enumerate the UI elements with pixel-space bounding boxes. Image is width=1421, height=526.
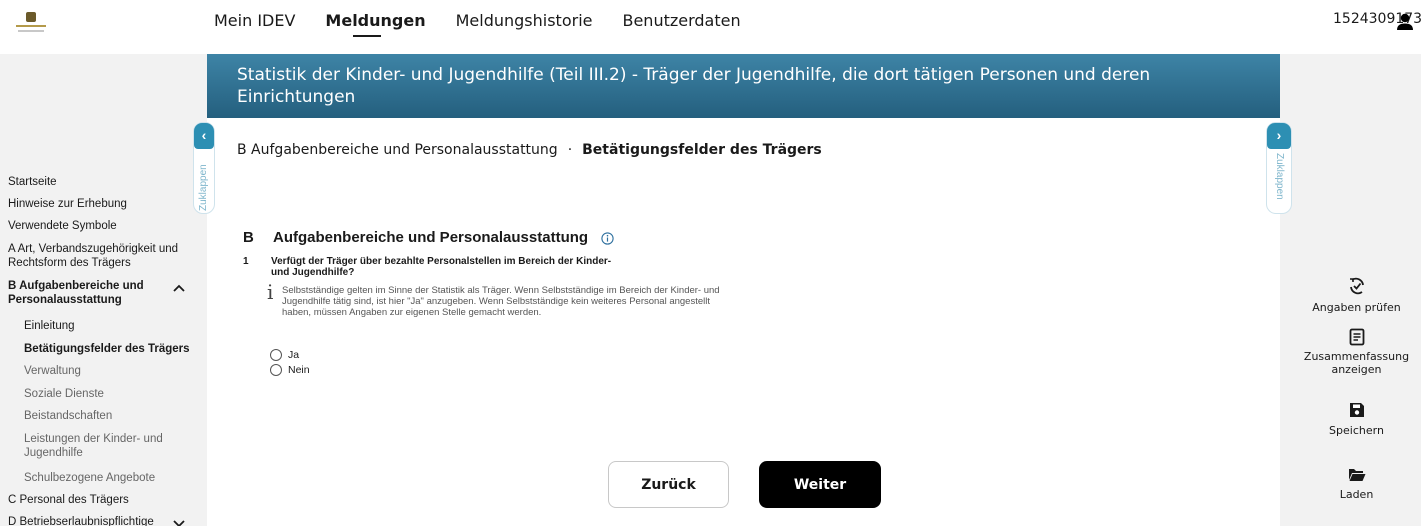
load-button[interactable]: Laden <box>1292 468 1421 501</box>
form-content: B Aufgabenbereiche und Personalausstattu… <box>207 118 1280 526</box>
sidebar-item-hinweise[interactable]: Hinweise zur Erhebung <box>8 197 193 211</box>
sidebar-item-startseite[interactable]: Startseite <box>8 175 193 189</box>
question-text: Verfügt der Träger über bezahlte Persona… <box>271 256 612 278</box>
folder-open-icon <box>1348 469 1365 481</box>
main-nav: Mein IDEV Meldungen Meldungshistorie Ben… <box>214 0 771 54</box>
section-letter: B <box>243 229 254 246</box>
nav-benutzerdaten[interactable]: Benutzerdaten <box>622 0 740 54</box>
sidebar-item-symbole[interactable]: Verwendete Symbole <box>8 219 193 233</box>
save-disk-icon <box>1349 403 1364 417</box>
save-button[interactable]: Speichern <box>1292 402 1421 437</box>
nav-meldungen[interactable]: Meldungen <box>325 0 426 54</box>
radio-label-nein[interactable]: Nein <box>288 364 310 376</box>
radio-label-ja[interactable]: Ja <box>288 349 299 361</box>
collapse-right-label[interactable]: Zuklappen <box>1274 153 1285 200</box>
sidebar-item-section-b[interactable]: B Aufgabenbereiche und Personalausstattu… <box>8 279 168 307</box>
survey-header: Statistik der Kinder- und Jugendhilfe (T… <box>207 54 1280 118</box>
state-crest-logo[interactable] <box>14 12 48 36</box>
show-summary-label: Zusammenfassung anzeigen <box>1303 350 1410 376</box>
breadcrumb-separator: · <box>567 142 573 158</box>
breadcrumb-parent[interactable]: B Aufgabenbereiche und Personalausstattu… <box>237 142 558 158</box>
check-entries-label: Angaben prüfen <box>1312 301 1401 314</box>
sidebar-nav: Startseite Hinweise zur Erhebung Verwend… <box>0 54 205 526</box>
next-button[interactable]: Weiter <box>759 461 881 508</box>
chevron-up-icon[interactable] <box>173 283 185 293</box>
collapse-left-tab[interactable]: ‹ Zuklappen <box>193 122 215 214</box>
radio-option-ja[interactable]: Ja <box>270 349 299 361</box>
chevron-down-icon[interactable] <box>173 519 185 526</box>
sidebar-item-soziale-dienste[interactable]: Soziale Dienste <box>24 387 199 401</box>
save-label: Speichern <box>1329 424 1384 437</box>
sidebar-item-verwaltung[interactable]: Verwaltung <box>24 364 199 378</box>
page-title: Statistik der Kinder- und Jugendhilfe (T… <box>237 65 1151 107</box>
sidebar-item-schulbezogene-angebote[interactable]: Schulbezogene Angebote <box>24 471 199 485</box>
hint-text: Selbstständige gelten im Sinne der Stati… <box>282 285 720 318</box>
breadcrumb-current: Betätigungsfelder des Trägers <box>582 142 822 158</box>
info-icon[interactable] <box>601 232 614 245</box>
collapse-left-label[interactable]: Zuklappen <box>198 164 209 211</box>
sidebar-item-leistungen[interactable]: Leistungen der Kinder- und Jugendhilfe <box>24 432 174 460</box>
chevron-right-icon[interactable]: › <box>1267 123 1291 149</box>
sidebar-item-beistandschaften[interactable]: Beistandschaften <box>24 409 199 423</box>
radio-button[interactable] <box>270 349 282 361</box>
person-icon[interactable] <box>1395 12 1415 32</box>
load-label: Laden <box>1339 488 1374 501</box>
sidebar-item-section-d[interactable]: D Betriebserlaubnispflichtige <box>8 515 168 526</box>
nav-mein-idev[interactable]: Mein IDEV <box>214 0 295 54</box>
chevron-left-icon[interactable]: ‹ <box>194 123 214 149</box>
check-refresh-icon <box>1349 277 1364 295</box>
breadcrumb: B Aufgabenbereiche und Personalausstattu… <box>237 142 822 158</box>
radio-button[interactable] <box>270 364 282 376</box>
show-summary-button[interactable]: Zusammenfassung anzeigen <box>1292 328 1421 376</box>
question-number: 1 <box>243 256 249 267</box>
top-bar: Mein IDEV Meldungen Meldungshistorie Ben… <box>0 0 1421 54</box>
summary-document-icon <box>1349 328 1364 346</box>
action-panel: Angaben prüfen Zusammenfassung anzeigen … <box>1292 54 1421 526</box>
radio-option-nein[interactable]: Nein <box>270 364 310 376</box>
sidebar-item-einleitung[interactable]: Einleitung <box>24 319 199 333</box>
hint-info-icon: i <box>267 280 274 304</box>
back-button[interactable]: Zurück <box>608 461 729 508</box>
sidebar-item-betaetigungsfelder[interactable]: Betätigungsfelder des Trägers <box>24 342 199 356</box>
section-title: Aufgabenbereiche und Personalausstattung <box>273 229 589 246</box>
collapse-right-tab[interactable]: › Zuklappen <box>1266 122 1292 214</box>
nav-meldungshistorie[interactable]: Meldungshistorie <box>456 0 593 54</box>
sidebar-item-section-a[interactable]: A Art, Verbandszugehörigkeit und Rechtsf… <box>8 242 193 270</box>
sidebar-item-section-c[interactable]: C Personal des Trägers <box>8 493 193 507</box>
check-entries-button[interactable]: Angaben prüfen <box>1292 277 1421 314</box>
